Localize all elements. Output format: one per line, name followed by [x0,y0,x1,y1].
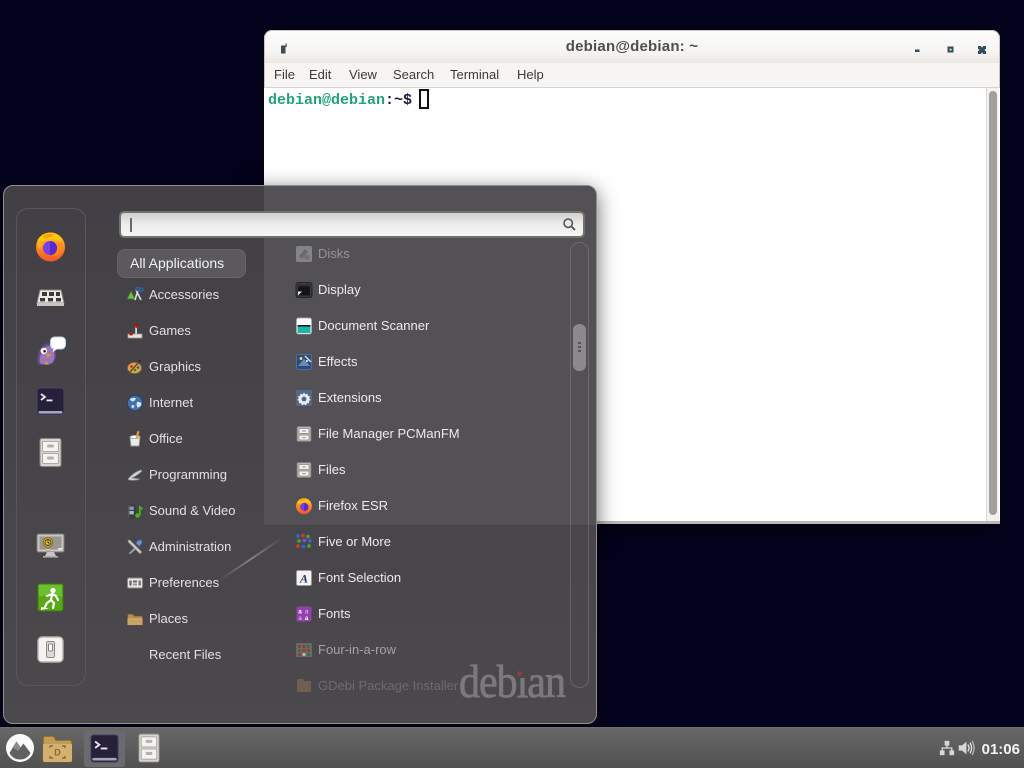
svg-text:a: a [305,615,309,622]
svg-text:A: A [299,572,308,586]
svg-text:D: D [54,748,61,758]
svg-text:a: a [298,615,302,622]
